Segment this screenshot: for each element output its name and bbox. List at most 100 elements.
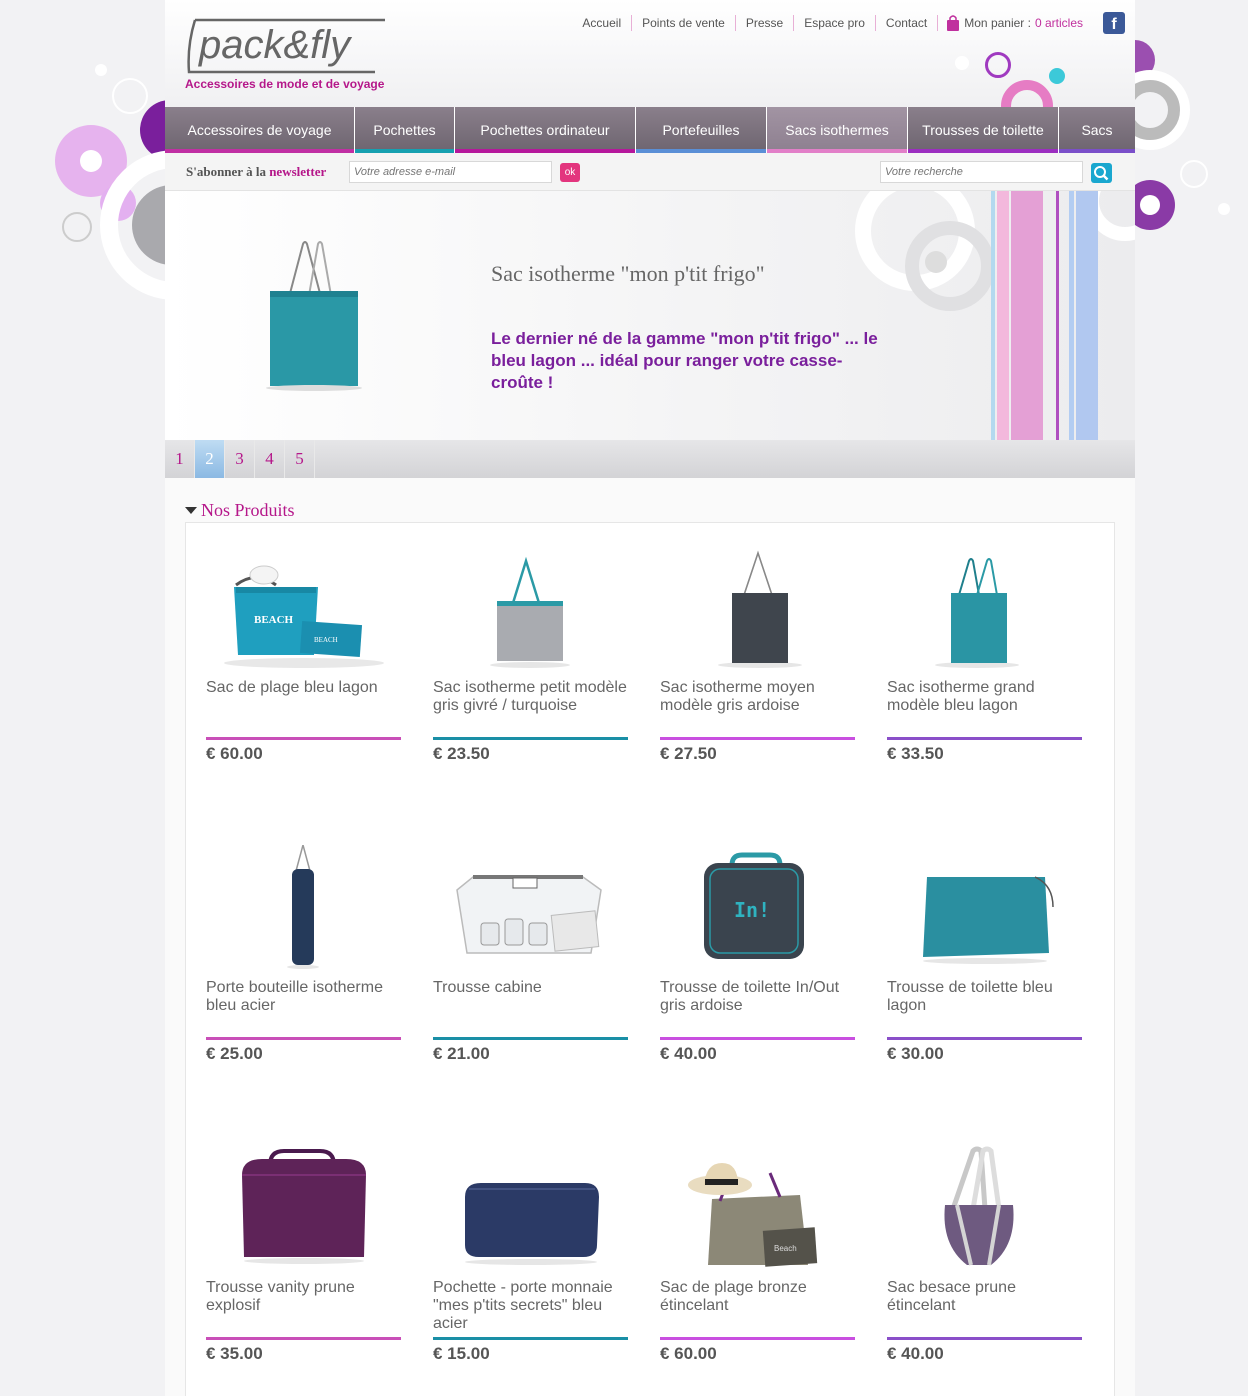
product-card[interactable]: Trousse cabine € 21.00 (433, 823, 628, 1103)
product-name[interactable]: Sac de plage bleu lagon (206, 679, 401, 697)
category-sacs[interactable]: Sacs (1059, 107, 1135, 153)
product-name[interactable]: Sac isotherme petit modèle gris givré / … (433, 679, 628, 715)
topnav-link-points-de-vente[interactable]: Points de vente (632, 15, 736, 31)
topnav-link-accueil[interactable]: Accueil (572, 15, 633, 31)
product-card[interactable]: Pochette - porte monnaie "mes p'tits sec… (433, 1123, 628, 1396)
pager-page-1[interactable]: 1 (165, 440, 195, 478)
decor-circle (95, 64, 107, 76)
shopping-bag-icon (947, 15, 960, 31)
decor-circle (1180, 160, 1208, 188)
newsletter-label: S'abonner à la newsletter (186, 164, 327, 179)
pager-page-4[interactable]: 4 (255, 440, 285, 478)
product-price: € 21.00 (433, 1044, 490, 1063)
decor-stripe (991, 191, 995, 440)
product-name[interactable]: Trousse de toilette bleu lagon (887, 979, 1082, 1015)
topnav-link-espace-pro[interactable]: Espace pro (794, 15, 876, 31)
product-image[interactable] (887, 845, 1082, 970)
product-image[interactable] (206, 1145, 401, 1270)
product-divider (206, 737, 401, 740)
product-image[interactable]: In! (660, 845, 855, 970)
product-card[interactable]: In! Trousse de toilette In/Out gris ardo… (660, 823, 855, 1103)
product-divider (433, 737, 628, 740)
page-container: pack&fly Accessoires de mode et de voyag… (165, 0, 1135, 1396)
product-divider (887, 737, 1082, 740)
product-card[interactable]: Sac isotherme grand modèle bleu lagon € … (887, 523, 1082, 803)
category-trousses-de-toilette[interactable]: Trousses de toilette (908, 107, 1059, 153)
product-divider (660, 1337, 855, 1340)
category-accessoires-de-voyage[interactable]: Accessoires de voyage (165, 107, 355, 153)
product-card[interactable]: Sac isotherme petit modèle gris givré / … (433, 523, 628, 803)
product-price: € 25.00 (206, 1044, 263, 1063)
product-price: € 60.00 (660, 1344, 717, 1363)
product-card[interactable]: Trousse vanity prune explosif € 35.00 (206, 1123, 401, 1396)
cart-label: Mon panier : (964, 16, 1031, 30)
pager-page-2[interactable]: 2 (195, 440, 225, 478)
category-sacs-isothermes[interactable]: Sacs isothermes (767, 107, 908, 153)
product-name[interactable]: Porte bouteille isotherme bleu acier (206, 979, 401, 1015)
product-image[interactable]: BEACH BEACH (206, 545, 401, 670)
product-image[interactable] (887, 545, 1082, 670)
product-price: € 23.50 (433, 744, 490, 763)
svg-text:In!: In! (734, 898, 770, 922)
logo-text: pack&fly (198, 23, 353, 67)
product-card[interactable]: BEACH BEACH Sac de plage bleu lagon € 60… (206, 523, 401, 803)
topnav-link-contact[interactable]: Contact (876, 15, 939, 31)
decor-circle (1140, 195, 1160, 215)
product-price: € 60.00 (206, 744, 263, 763)
category-portefeuilles[interactable]: Portefeuilles (636, 107, 767, 153)
pager-page-3[interactable]: 3 (225, 440, 255, 478)
product-price: € 35.00 (206, 1344, 263, 1363)
decor-stripe (997, 191, 1009, 440)
slide-description: Le dernier né de la gamme "mon p'tit fri… (491, 329, 878, 392)
product-image[interactable] (433, 545, 628, 670)
product-card[interactable]: Porte bouteille isotherme bleu acier € 2… (206, 823, 401, 1103)
product-name[interactable]: Sac besace prune étincelant (887, 1279, 1082, 1315)
decor-stripe (1076, 191, 1098, 440)
search-button[interactable] (1091, 163, 1112, 183)
tagline: Accessoires de mode et de voyage (185, 77, 385, 91)
product-image[interactable] (887, 1145, 1082, 1270)
product-name[interactable]: Trousse de toilette In/Out gris ardoise (660, 979, 855, 1015)
product-card[interactable]: Beach Sac de plage bronze étincelant € 6… (660, 1123, 855, 1396)
decor-stripe (1011, 191, 1043, 440)
decor-stripe (1056, 191, 1059, 440)
top-navigation: Accueil Points de vente Presse Espace pr… (572, 12, 1125, 34)
product-price: € 40.00 (887, 1344, 944, 1363)
category-pochettes[interactable]: Pochettes (355, 107, 455, 153)
cart-link[interactable]: Mon panier : 0 articles (938, 15, 1103, 31)
product-card[interactable]: Trousse de toilette bleu lagon € 30.00 (887, 823, 1082, 1103)
product-image[interactable] (660, 545, 855, 670)
slide-product-image[interactable] (260, 236, 370, 391)
pager-page-5[interactable]: 5 (285, 440, 315, 478)
header: pack&fly Accessoires de mode et de voyag… (165, 0, 1135, 132)
product-name[interactable]: Sac isotherme grand modèle bleu lagon (887, 679, 1082, 715)
product-name[interactable]: Trousse cabine (433, 979, 628, 997)
featured-slider: Sac isotherme "mon p'tit frigo" Le derni… (165, 191, 1135, 440)
product-image[interactable] (206, 845, 401, 970)
product-name[interactable]: Trousse vanity prune explosif (206, 1279, 401, 1315)
decor-circle (985, 52, 1011, 78)
product-card[interactable]: Sac isotherme moyen modèle gris ardoise … (660, 523, 855, 803)
product-name[interactable]: Sac isotherme moyen modèle gris ardoise (660, 679, 855, 715)
product-name[interactable]: Pochette - porte monnaie "mes p'tits sec… (433, 1279, 628, 1333)
section-title[interactable]: Nos Produits (185, 500, 295, 521)
search-input[interactable] (880, 161, 1083, 183)
product-price: € 40.00 (660, 1044, 717, 1063)
product-name[interactable]: Sac de plage bronze étincelant (660, 1279, 855, 1315)
pack-and-fly-logo[interactable]: pack&fly (185, 16, 395, 76)
product-grid: BEACH BEACH Sac de plage bleu lagon € 60… (185, 522, 1115, 1396)
category-pochettes-ordinateur[interactable]: Pochettes ordinateur (455, 107, 636, 153)
decor-stripe (1069, 191, 1074, 440)
product-image[interactable] (433, 1145, 628, 1270)
decor-circle (1049, 68, 1065, 84)
product-card[interactable]: Sac besace prune étincelant € 40.00 (887, 1123, 1082, 1396)
decor-circle (1218, 203, 1230, 215)
product-price: € 30.00 (887, 1044, 944, 1063)
newsletter-email-input[interactable] (349, 161, 552, 183)
product-image[interactable]: Beach (660, 1145, 855, 1270)
topnav-link-presse[interactable]: Presse (736, 15, 795, 31)
newsletter-submit-button[interactable]: ok (560, 163, 580, 182)
product-image[interactable] (433, 845, 628, 970)
facebook-icon[interactable]: f (1103, 12, 1125, 34)
product-divider (887, 1037, 1082, 1040)
